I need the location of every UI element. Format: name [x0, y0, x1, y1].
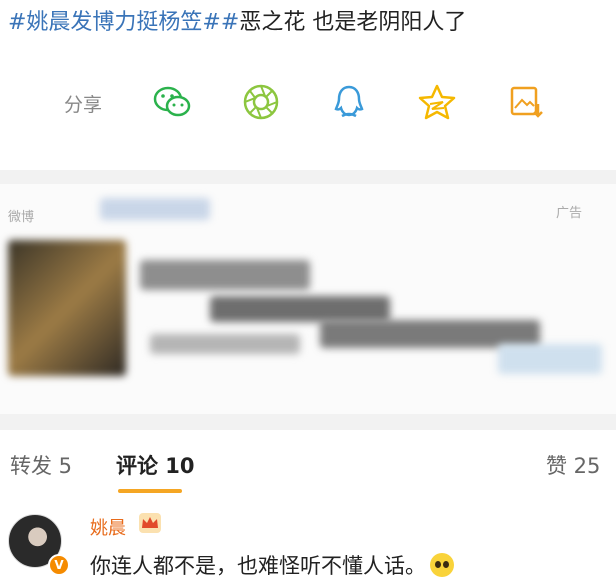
share-row: 分享	[0, 72, 616, 134]
comment-text: 你连人都不是，也难怪听不懂人话。	[90, 550, 454, 580]
post-body: 恶之花	[239, 10, 306, 35]
ad-blur-image	[8, 240, 126, 376]
tab-comment[interactable]: 评论 10	[116, 450, 195, 480]
ad-blur-text	[210, 296, 390, 322]
ad-card-blurred[interactable]: 微博 广告	[0, 184, 616, 414]
save-image-icon[interactable]	[506, 82, 546, 122]
moments-icon[interactable]	[241, 82, 281, 122]
post-text: #姚晨发博力挺杨笠##恶之花 也是老阴阳人了	[8, 6, 608, 40]
qzone-icon[interactable]	[417, 82, 457, 122]
ad-blur-text	[140, 260, 310, 290]
wechat-icon[interactable]	[152, 82, 192, 122]
pleading-face-icon	[430, 553, 454, 577]
crown-icon	[139, 513, 161, 533]
ad-blur-text	[150, 334, 300, 354]
tab-repost[interactable]: 转发 5	[10, 450, 72, 480]
comment-author[interactable]: 姚晨	[90, 514, 126, 540]
ad-blur-title	[100, 198, 210, 220]
ad-label: 广告	[556, 206, 583, 221]
post-body-rest: 也是老阴阳人了	[305, 10, 467, 35]
share-label: 分享	[64, 94, 103, 116]
interaction-tabs: 转发 5 评论 10 赞 25	[0, 438, 616, 493]
tab-like[interactable]: 赞 25	[546, 450, 600, 480]
ad-source-label: 微博	[8, 210, 35, 225]
divider-band	[0, 414, 616, 430]
verified-badge-icon: V	[48, 554, 70, 576]
divider-band	[0, 170, 616, 184]
comment-item: V 姚晨 你连人都不是，也难怪听不懂人话。	[0, 506, 616, 584]
ad-blur-button	[498, 344, 602, 374]
hashtag-link-2[interactable]: #	[221, 10, 239, 35]
qq-icon[interactable]	[329, 82, 369, 122]
hashtag-link[interactable]: #姚晨发博力挺杨笠#	[8, 10, 221, 35]
active-tab-indicator	[118, 489, 182, 493]
